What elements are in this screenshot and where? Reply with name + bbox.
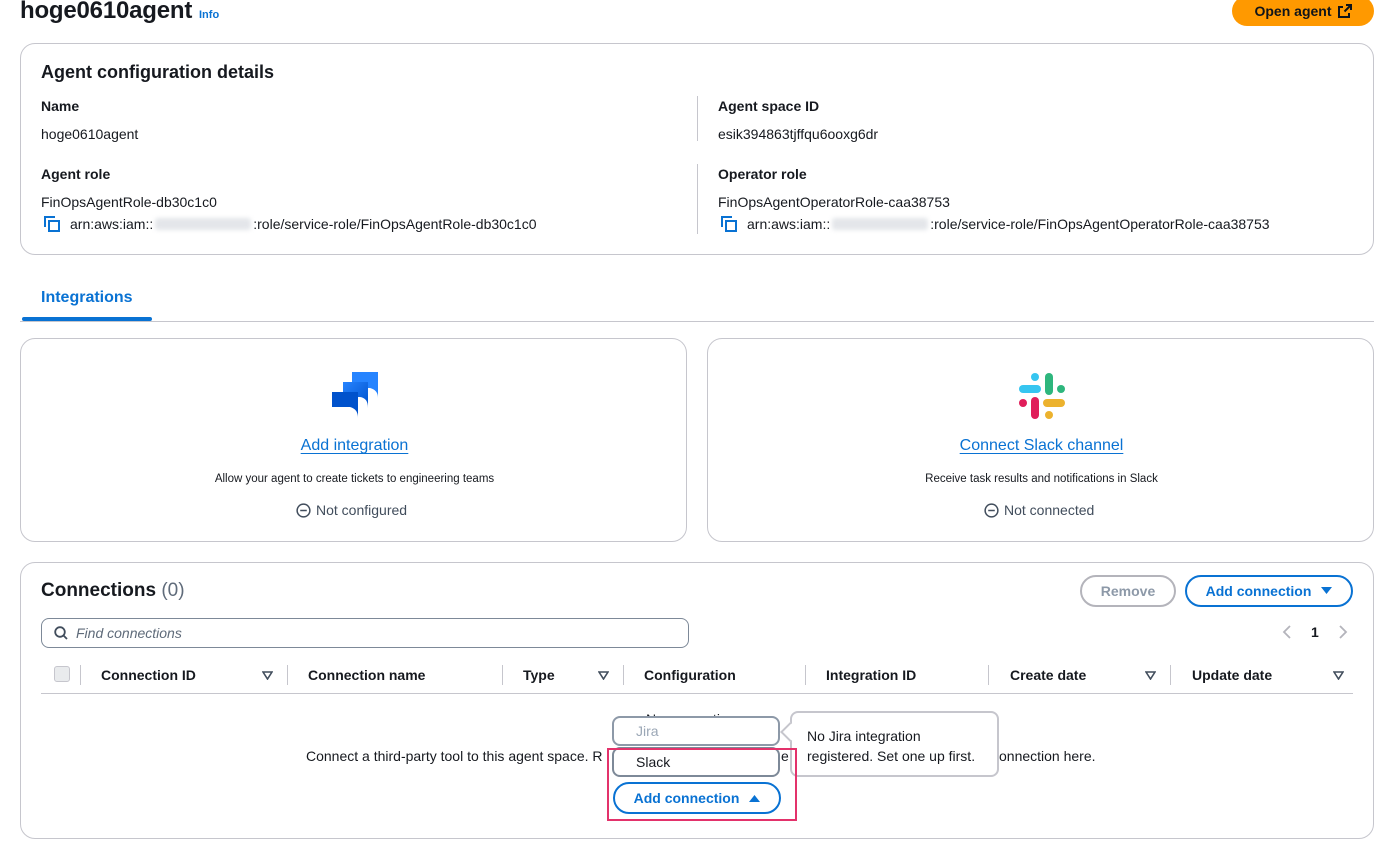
- page-number[interactable]: 1: [1311, 624, 1319, 640]
- table-header-divider: [41, 693, 1353, 694]
- agent-space-id-label: Agent space ID: [718, 98, 820, 114]
- connections-title: Connections: [41, 580, 157, 601]
- agent-role-arn-prefix: arn:aws:iam::: [70, 216, 154, 232]
- search-input[interactable]: [76, 625, 656, 641]
- page-title: hoge0610agent: [20, 0, 193, 24]
- column-header-create-date[interactable]: Create date: [1010, 667, 1086, 683]
- operator-role-value: FinOpsAgentOperatorRole-caa38753: [718, 194, 950, 210]
- jira-status: Not configured: [296, 502, 407, 518]
- copy-icon[interactable]: [44, 216, 60, 232]
- add-connection-button[interactable]: Add connection: [1185, 575, 1353, 607]
- agent-role-arn-suffix: :role/service-role/FinOpsAgentRole-db30c…: [253, 216, 537, 232]
- operator-role-label: Operator role: [718, 166, 807, 182]
- dropdown-option-jira: Jira: [612, 716, 780, 746]
- agent-space-id-value: esik394863tjffqu6ooxg6dr: [718, 126, 879, 142]
- search-icon: [54, 626, 68, 640]
- external-link-icon: [1337, 4, 1352, 18]
- column-header-configuration[interactable]: Configuration: [644, 667, 736, 683]
- name-value: hoge0610agent: [41, 126, 139, 142]
- jira-description: Allow your agent to create tickets to en…: [214, 473, 495, 485]
- sort-caret-icon[interactable]: [1333, 671, 1344, 680]
- tab-integrations[interactable]: Integrations: [41, 289, 133, 307]
- slack-description: Receive task results and notifications i…: [925, 473, 1158, 485]
- connections-heading: Connections (0): [41, 580, 185, 602]
- connect-slack-channel-link[interactable]: Connect Slack channel: [960, 437, 1124, 454]
- chevron-left-icon[interactable]: [1282, 625, 1292, 639]
- search-field[interactable]: [41, 618, 689, 648]
- column-separator: [287, 665, 288, 685]
- tab-divider: [20, 321, 1374, 322]
- status-negative-icon: [296, 502, 311, 518]
- empty-state-text-right: onnection here.: [999, 748, 1096, 764]
- remove-label: Remove: [1100, 583, 1156, 599]
- slack-integration-card: Connect Slack channel Receive task resul…: [707, 338, 1374, 542]
- agent-role-label: Agent role: [41, 166, 111, 182]
- caret-down-icon: [1321, 587, 1333, 594]
- slack-icon: [1019, 373, 1065, 419]
- column-header-type[interactable]: Type: [523, 667, 555, 683]
- slack-status-text: Not connected: [1004, 502, 1095, 518]
- agent-role-value: FinOpsAgentRole-db30c1c0: [41, 194, 217, 210]
- add-connection-label: Add connection: [1205, 583, 1312, 599]
- connections-count: (0): [161, 580, 185, 601]
- operator-role-arn-suffix: :role/service-role/FinOpsAgentOperatorRo…: [930, 216, 1270, 232]
- jira-disabled-tooltip: No Jira integration registered. Set one …: [790, 711, 999, 777]
- sort-caret-icon[interactable]: [598, 671, 609, 680]
- jira-integration-card: Add integration Allow your agent to crea…: [20, 338, 687, 542]
- agent-role-arn: arn:aws:iam:: :role/service-role/FinOpsA…: [44, 216, 537, 232]
- status-negative-icon: [984, 502, 999, 518]
- redacted-account-id: [832, 218, 929, 230]
- column-header-connection-id[interactable]: Connection ID: [101, 667, 196, 683]
- select-all-checkbox[interactable]: [54, 666, 70, 682]
- add-integration-link[interactable]: Add integration: [301, 437, 409, 454]
- column-divider: [697, 96, 698, 141]
- column-separator: [988, 665, 989, 685]
- name-label: Name: [41, 98, 80, 114]
- column-separator: [80, 665, 81, 685]
- jira-status-text: Not configured: [316, 502, 408, 518]
- copy-icon[interactable]: [721, 216, 737, 232]
- remove-button[interactable]: Remove: [1080, 575, 1176, 607]
- empty-state-text-left: Connect a third-party tool to this agent…: [306, 748, 603, 764]
- jira-icon: [332, 372, 378, 418]
- column-divider: [697, 164, 698, 234]
- column-header-integration-id[interactable]: Integration ID: [826, 667, 916, 683]
- column-header-connection-name[interactable]: Connection name: [308, 667, 425, 683]
- redacted-account-id: [155, 218, 252, 230]
- column-separator: [1170, 665, 1171, 685]
- column-separator: [623, 665, 624, 685]
- operator-role-arn-prefix: arn:aws:iam::: [747, 216, 831, 232]
- column-separator: [805, 665, 806, 685]
- config-heading: Agent configuration details: [41, 62, 275, 82]
- chevron-right-icon[interactable]: [1338, 625, 1348, 639]
- slack-status: Not connected: [984, 502, 1094, 518]
- column-separator: [502, 665, 503, 685]
- open-agent-label: Open agent: [1254, 3, 1332, 19]
- open-agent-button[interactable]: Open agent: [1232, 0, 1374, 26]
- operator-role-arn: arn:aws:iam:: :role/service-role/FinOpsA…: [721, 216, 1270, 232]
- sort-caret-icon[interactable]: [262, 671, 273, 680]
- info-link[interactable]: Info: [199, 9, 219, 21]
- sort-caret-icon[interactable]: [1145, 671, 1156, 680]
- highlight-annotation-box: [607, 748, 797, 821]
- column-header-update-date[interactable]: Update date: [1192, 667, 1272, 683]
